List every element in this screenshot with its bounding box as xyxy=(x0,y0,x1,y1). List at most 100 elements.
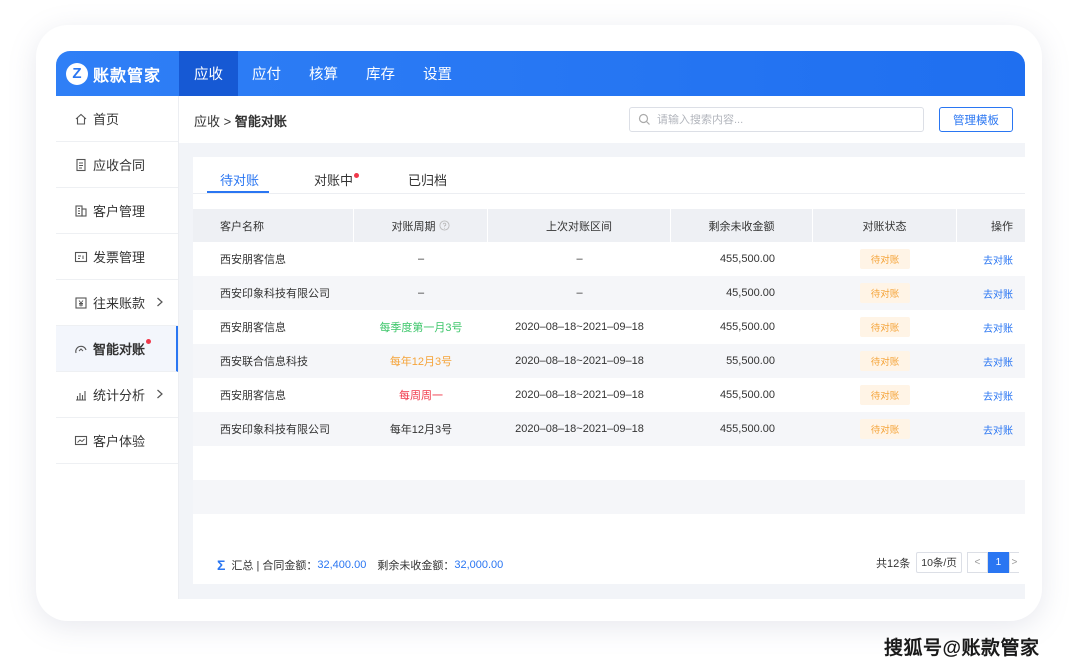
page-size-select[interactable]: 10条/页 xyxy=(916,552,962,573)
remaining-amount: 455,500.00 xyxy=(719,321,775,333)
remaining-label: 剩余未收金额： xyxy=(377,560,455,572)
column-header-label: 对账周期 xyxy=(391,220,436,233)
search-box[interactable] xyxy=(629,107,924,132)
last-interval: 2020–08–18~2021–09–18 xyxy=(515,389,644,401)
sidebar-item-label: 统计分析 xyxy=(93,388,146,403)
breadcrumb-parent[interactable]: 应收 xyxy=(194,114,220,129)
help-icon[interactable] xyxy=(438,220,450,231)
table-row: 西安联合信息科技 每年12月3号 2020–08–18~2021–09–18 55,5… xyxy=(193,344,1025,378)
notification-dot xyxy=(354,173,360,178)
sidebar-item-label: 首页 xyxy=(93,112,120,127)
sidebar-item-label: 客户管理 xyxy=(93,204,146,219)
sidebar-item-contracts[interactable]: 应收合同 xyxy=(56,142,178,188)
tab-label: 对账中 xyxy=(314,173,354,188)
reconcile-cycle: 每周周一 xyxy=(399,390,443,402)
last-interval: 2020–08–18~2021–09–18 xyxy=(515,355,644,367)
total-count: 共12条 xyxy=(876,557,911,570)
last-interval: – xyxy=(576,287,583,299)
go-reconcile-link[interactable]: 去对账 xyxy=(983,354,1013,369)
go-reconcile-link[interactable]: 去对账 xyxy=(983,422,1013,437)
remaining-amount: 45,500.00 xyxy=(726,287,775,299)
status-cell: 待对账 xyxy=(813,378,957,412)
table-row: 西安印象科技有限公司 每年12月3号 2020–08–18~2021–09–18 45… xyxy=(193,412,1025,446)
nav-receivable[interactable]: 应收 xyxy=(179,51,238,96)
go-reconcile-link[interactable]: 去对账 xyxy=(983,252,1013,267)
sidebar-item-home[interactable]: 首页 xyxy=(56,96,178,142)
breadcrumb-separator: > xyxy=(223,114,232,129)
column-header: 剩余未收金额 xyxy=(671,209,813,242)
table-row: 西安朋客信息 每周周一 2020–08–18~2021–09–18 455,500.0… xyxy=(193,378,1025,412)
contract-amount: 32,400.00 xyxy=(317,559,367,571)
customer-name: 西安印象科技有限公司 xyxy=(220,288,330,300)
chart-icon xyxy=(76,390,86,401)
sidebar-item-accounts[interactable]: 往来账款 xyxy=(56,280,178,326)
empty-row xyxy=(193,480,1025,514)
invoice-icon xyxy=(74,251,88,262)
table-row: 西安朋客信息 – – 455,500.00 待对账 去对账 xyxy=(193,242,1025,276)
sidebar-item-label: 往来账款 xyxy=(93,296,146,311)
column-header: 上次对账区间 xyxy=(488,209,671,242)
status-cell: 待对账 xyxy=(813,276,957,310)
remaining-amount: 455,500.00 xyxy=(719,389,775,401)
notification-dot xyxy=(146,339,152,344)
reconcile-cycle: – xyxy=(417,253,425,265)
status-cell: 待对账 xyxy=(813,242,957,276)
status-badge: 待对账 xyxy=(859,249,911,269)
prev-page-button[interactable]: < xyxy=(966,552,988,573)
search-icon xyxy=(638,113,650,125)
app-title: 账款管家 xyxy=(93,67,162,85)
column-header: 对账状态 xyxy=(813,209,957,242)
reconcile-cycle: – xyxy=(417,287,425,299)
action-cell: 去对账 xyxy=(957,310,1025,344)
page-1-button[interactable]: 1 xyxy=(987,552,1009,573)
sidebar-item-customers[interactable]: 客户管理 xyxy=(56,188,178,234)
nav-accounting[interactable]: 核算 xyxy=(295,51,352,96)
go-reconcile-link[interactable]: 去对账 xyxy=(983,286,1013,301)
nav-inventory[interactable]: 库存 xyxy=(352,51,409,96)
customer-name: 西安印象科技有限公司 xyxy=(220,424,330,436)
manage-template-button[interactable]: 管理模板 xyxy=(939,107,1013,132)
watermark: 搜狐号@账款管家 xyxy=(884,638,1040,659)
money-icon xyxy=(75,296,87,309)
top-navbar: Z 账款管家 应收 应付 核算 库存 设置 xyxy=(56,51,1025,96)
go-reconcile-link[interactable]: 去对账 xyxy=(983,320,1013,335)
table-footer: Σ 汇总 | 合同金额： 32,400.00 剩余未收金额： 32,000.00… xyxy=(193,546,1025,582)
sidebar-item-smart-reconcile[interactable]: 智能对账 xyxy=(56,326,178,372)
remaining-amount: 55,500.00 xyxy=(726,355,775,367)
sidebar-item-label: 客户体验 xyxy=(93,434,146,449)
action-cell: 去对账 xyxy=(957,412,1025,446)
content-header: 应收 > 智能对账 管理模板 xyxy=(179,96,1025,143)
main-content: 应收 > 智能对账 管理模板 待对账 对账中 已归档 客户名称 xyxy=(179,96,1025,599)
sidebar: 首页 应收合同 客户管理 发票管理 往来账款 智能对账 统计分析 客户体验 xyxy=(56,96,179,599)
column-header: 客户名称 xyxy=(193,209,354,242)
search-input[interactable] xyxy=(657,113,907,126)
next-page-button[interactable]: > xyxy=(1008,552,1019,573)
action-cell: 去对账 xyxy=(957,344,1025,378)
status-badge: 待对账 xyxy=(859,283,911,303)
nav-payable[interactable]: 应付 xyxy=(238,51,295,96)
nav-settings[interactable]: 设置 xyxy=(409,51,466,96)
sidebar-item-label: 发票管理 xyxy=(93,250,146,265)
action-cell: 去对账 xyxy=(957,378,1025,412)
tab-pending[interactable]: 待对账 xyxy=(220,170,259,189)
sidebar-item-experience[interactable]: 客户体验 xyxy=(56,418,178,464)
tab-archived[interactable]: 已归档 xyxy=(408,170,447,189)
remaining-amount: 455,500.00 xyxy=(719,253,775,265)
table-header: 客户名称 对账周期 上次对账区间 剩余未收金额 对账状态 操作 xyxy=(193,209,1025,242)
pagination: 共12条 10条/页 < 1 > xyxy=(876,552,1019,573)
tab-in-progress[interactable]: 对账中 xyxy=(314,170,360,189)
app-window: Z 账款管家 应收 应付 核算 库存 设置 首页 应收合同 客户管理 发票管理 xyxy=(56,51,1025,599)
summary-label: 汇总 | 合同金额： xyxy=(231,560,318,572)
document-icon xyxy=(76,158,86,171)
summary: Σ 汇总 | 合同金额： 32,400.00 剩余未收金额： 32,000.00 xyxy=(217,557,503,573)
go-reconcile-link[interactable]: 去对账 xyxy=(983,388,1013,403)
breadcrumb: 应收 > 智能对账 xyxy=(194,111,287,130)
sidebar-item-invoices[interactable]: 发票管理 xyxy=(56,234,178,280)
breadcrumb-current: 智能对账 xyxy=(234,114,287,129)
chevron-right-icon xyxy=(157,297,163,307)
reconcile-cycle: 每季度第一月3号 xyxy=(379,322,463,334)
action-cell: 去对账 xyxy=(957,276,1025,310)
sidebar-item-statistics[interactable]: 统计分析 xyxy=(56,372,178,418)
app-logo[interactable]: Z 账款管家 xyxy=(56,51,179,96)
monitor-icon xyxy=(74,435,88,445)
